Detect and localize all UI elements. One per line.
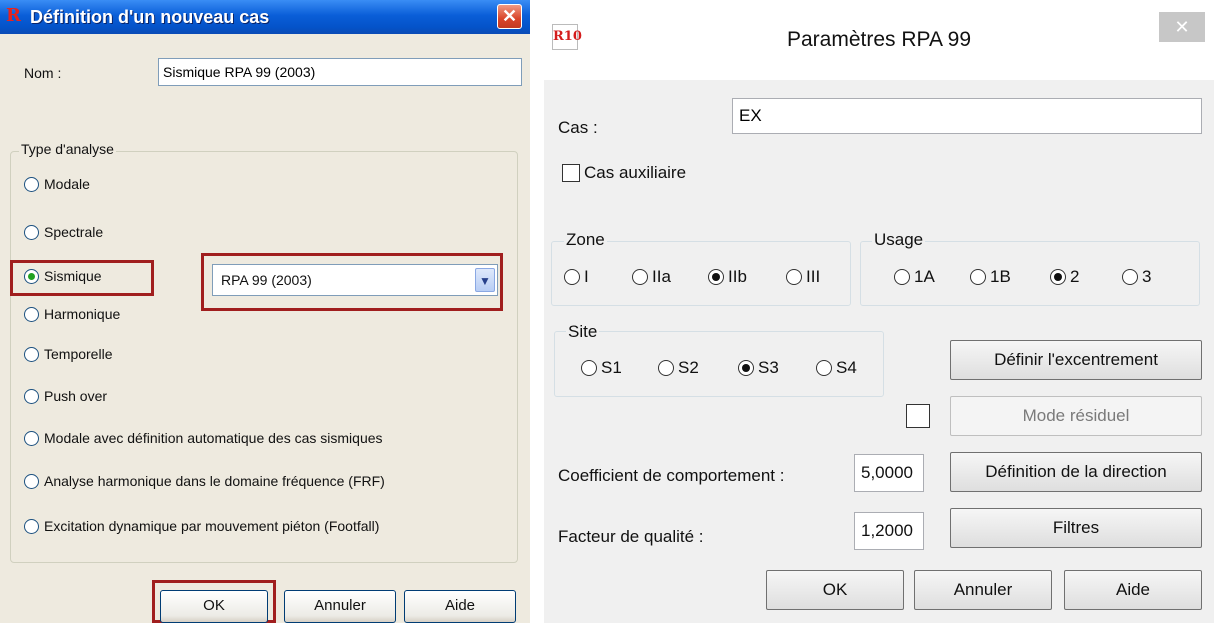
radio-label: I — [584, 267, 589, 286]
radio-button[interactable] — [632, 269, 648, 285]
name-input[interactable] — [158, 58, 522, 86]
cancel-button[interactable]: Annuler — [284, 590, 396, 623]
radio-label: 2 — [1070, 267, 1080, 286]
radio-button[interactable] — [581, 360, 597, 376]
radio-button-selected[interactable] — [708, 269, 724, 285]
radio-button[interactable] — [24, 347, 39, 362]
residual-mode-checkbox[interactable] — [906, 404, 930, 428]
radio-button-selected[interactable] — [738, 360, 754, 376]
radio-button[interactable] — [24, 307, 39, 322]
analysis-type-legend: Type d'analyse — [19, 140, 116, 158]
radio-button[interactable] — [24, 474, 39, 489]
new-case-dialog: R Définition d'un nouveau cas ✕ Nom : Ty… — [0, 0, 530, 623]
close-icon: ✕ — [501, 6, 518, 26]
residual-mode-button[interactable]: Mode résiduel — [950, 396, 1202, 436]
radio-button[interactable] — [24, 225, 39, 240]
radio-label: S2 — [678, 358, 699, 377]
radio-label: S1 — [601, 358, 622, 377]
radio-label: IIa — [652, 267, 671, 286]
radio-button[interactable] — [658, 360, 674, 376]
radio-button[interactable] — [816, 360, 832, 376]
ok-button[interactable]: OK — [766, 570, 904, 610]
radio-label: S4 — [836, 358, 857, 377]
radio-label: Modale avec définition automatique des c… — [44, 430, 383, 446]
auxiliary-case-checkbox[interactable] — [562, 164, 580, 182]
site-legend: Site — [566, 322, 600, 342]
radio-button[interactable] — [24, 519, 39, 534]
seismic-code-select[interactable]: RPA 99 (2003) ▼ — [212, 264, 498, 296]
radio-button-selected[interactable] — [1050, 269, 1066, 285]
ok-button[interactable]: OK — [160, 590, 268, 623]
case-input[interactable] — [732, 98, 1202, 134]
radio-button[interactable] — [24, 389, 39, 404]
input-value: 5,0000 — [861, 463, 913, 482]
cancel-button[interactable]: Annuler — [914, 570, 1052, 610]
radio-button-selected[interactable] — [24, 269, 39, 284]
quality-factor-label: Facteur de qualité : — [558, 527, 704, 546]
filters-button[interactable]: Filtres — [950, 508, 1202, 548]
radio-button[interactable] — [894, 269, 910, 285]
radio-label: 1B — [990, 267, 1011, 286]
direction-definition-button[interactable]: Définition de la direction — [950, 452, 1202, 492]
radio-label: 1A — [914, 267, 935, 286]
radio-label: Analyse harmonique dans le domaine fréqu… — [44, 473, 385, 489]
radio-label: IIb — [728, 267, 747, 286]
select-value: RPA 99 (2003) — [221, 272, 312, 288]
radio-label: S3 — [758, 358, 779, 377]
usage-legend: Usage — [872, 230, 926, 250]
radio-label: Modale — [44, 176, 90, 192]
title-bar[interactable]: R10 Paramètres RPA 99 ✕ — [544, 0, 1214, 80]
radio-button[interactable] — [1122, 269, 1138, 285]
auxiliary-case-label: Cas auxiliaire — [584, 163, 687, 182]
case-label: Cas : — [558, 118, 598, 137]
radio-button[interactable] — [564, 269, 580, 285]
quality-factor-input[interactable]: 1,2000 — [854, 512, 924, 550]
dialog-title: Définition d'un nouveau cas — [30, 7, 270, 27]
radio-label: III — [806, 267, 821, 286]
radio-button[interactable] — [786, 269, 802, 285]
radio-label: Temporelle — [44, 346, 113, 362]
robot-app-icon: R — [6, 5, 21, 26]
help-button[interactable]: Aide — [404, 590, 516, 623]
dialog-body: Nom : Type d'analyse Modale Spectrale Si… — [0, 34, 530, 623]
radio-label: Push over — [44, 388, 108, 404]
zone-legend: Zone — [564, 230, 607, 250]
rpa-parameters-dialog: R10 Paramètres RPA 99 ✕ Cas : Cas auxili… — [544, 0, 1214, 623]
behavior-coefficient-input[interactable]: 5,0000 — [854, 454, 924, 492]
radio-label: 3 — [1142, 267, 1152, 286]
define-eccentricity-button[interactable]: Définir l'excentrement — [950, 340, 1202, 380]
name-label: Nom : — [24, 65, 62, 81]
radio-label: Excitation dynamique par mouvement piéto… — [44, 518, 380, 534]
behavior-coefficient-label: Coefficient de comportement : — [558, 466, 785, 485]
close-button[interactable]: ✕ — [1159, 12, 1205, 42]
dialog-body: Cas : Cas auxiliaire Zone I IIa IIb III … — [544, 80, 1214, 623]
radio-button[interactable] — [24, 431, 39, 446]
close-icon: ✕ — [1174, 17, 1190, 37]
close-button[interactable]: ✕ — [497, 4, 522, 29]
radio-label: Spectrale — [44, 224, 104, 240]
radio-button[interactable] — [24, 177, 39, 192]
dialog-title: Paramètres RPA 99 — [786, 28, 972, 51]
radio-label: Sismique — [44, 268, 102, 284]
title-bar[interactable]: R Définition d'un nouveau cas ✕ — [0, 0, 530, 34]
chevron-down-icon[interactable]: ▼ — [475, 268, 495, 292]
help-button[interactable]: Aide — [1064, 570, 1202, 610]
radio-button[interactable] — [970, 269, 986, 285]
radio-label: Harmonique — [44, 306, 121, 322]
input-value: 1,2000 — [861, 521, 913, 540]
